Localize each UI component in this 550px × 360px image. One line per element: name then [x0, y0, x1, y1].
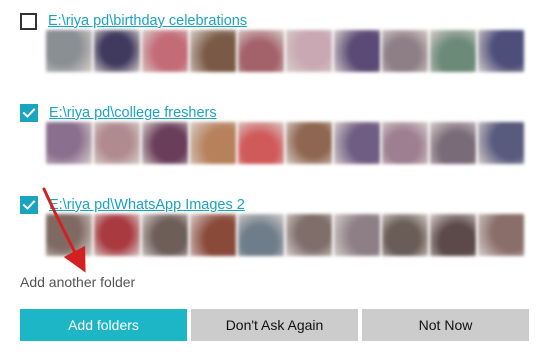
- checkmark-icon: [22, 200, 36, 210]
- photo-thumbnail: [142, 214, 188, 256]
- photo-thumbnail: [286, 30, 332, 72]
- not-now-button[interactable]: Not Now: [362, 309, 529, 341]
- folder-row-header: E:\riya pd\college freshers: [20, 103, 217, 123]
- photo-thumbnail: [94, 30, 140, 72]
- photo-thumbnail: [46, 214, 92, 256]
- add-another-folder-link[interactable]: Add another folder: [20, 274, 135, 290]
- photo-thumbnail: [238, 214, 284, 256]
- folder-checkbox[interactable]: [20, 196, 38, 214]
- folder-path-link[interactable]: E:\riya pd\WhatsApp Images 2: [49, 197, 245, 213]
- add-folders-button[interactable]: Add folders: [20, 309, 187, 341]
- photo-thumbnail: [142, 122, 188, 164]
- thumbnail-strip: [46, 214, 524, 256]
- photo-thumbnail: [382, 214, 428, 256]
- folder-picker-dialog: E:\riya pd\birthday celebrations E:\riya…: [0, 0, 550, 360]
- photo-thumbnail: [334, 214, 380, 256]
- folder-checkbox[interactable]: [20, 12, 37, 30]
- photo-thumbnail: [430, 214, 476, 256]
- photo-thumbnail: [46, 30, 92, 72]
- photo-thumbnail: [430, 30, 476, 72]
- folder-path-link[interactable]: E:\riya pd\birthday celebrations: [48, 13, 247, 29]
- photo-thumbnail: [334, 30, 380, 72]
- dont-ask-again-button[interactable]: Don't Ask Again: [191, 309, 358, 341]
- photo-thumbnail: [94, 214, 140, 256]
- thumbnail-strip: [46, 122, 524, 164]
- photo-thumbnail: [382, 30, 428, 72]
- photo-thumbnail: [334, 122, 380, 164]
- photo-thumbnail: [190, 30, 236, 72]
- photo-thumbnail: [238, 122, 284, 164]
- photo-thumbnail: [478, 122, 524, 164]
- photo-thumbnail: [478, 30, 524, 72]
- photo-thumbnail: [478, 214, 524, 256]
- photo-thumbnail: [286, 122, 332, 164]
- folder-row-header: E:\riya pd\WhatsApp Images 2: [20, 195, 245, 215]
- thumbnail-strip: [46, 30, 524, 72]
- photo-thumbnail: [286, 214, 332, 256]
- photo-thumbnail: [238, 30, 284, 72]
- photo-thumbnail: [190, 122, 236, 164]
- folder-checkbox[interactable]: [20, 104, 38, 122]
- photo-thumbnail: [382, 122, 428, 164]
- folder-row-header: E:\riya pd\birthday celebrations: [20, 11, 247, 31]
- photo-thumbnail: [94, 122, 140, 164]
- photo-thumbnail: [430, 122, 476, 164]
- folder-path-link[interactable]: E:\riya pd\college freshers: [49, 105, 217, 121]
- checkmark-icon: [22, 108, 36, 118]
- photo-thumbnail: [46, 122, 92, 164]
- photo-thumbnail: [190, 214, 236, 256]
- photo-thumbnail: [142, 30, 188, 72]
